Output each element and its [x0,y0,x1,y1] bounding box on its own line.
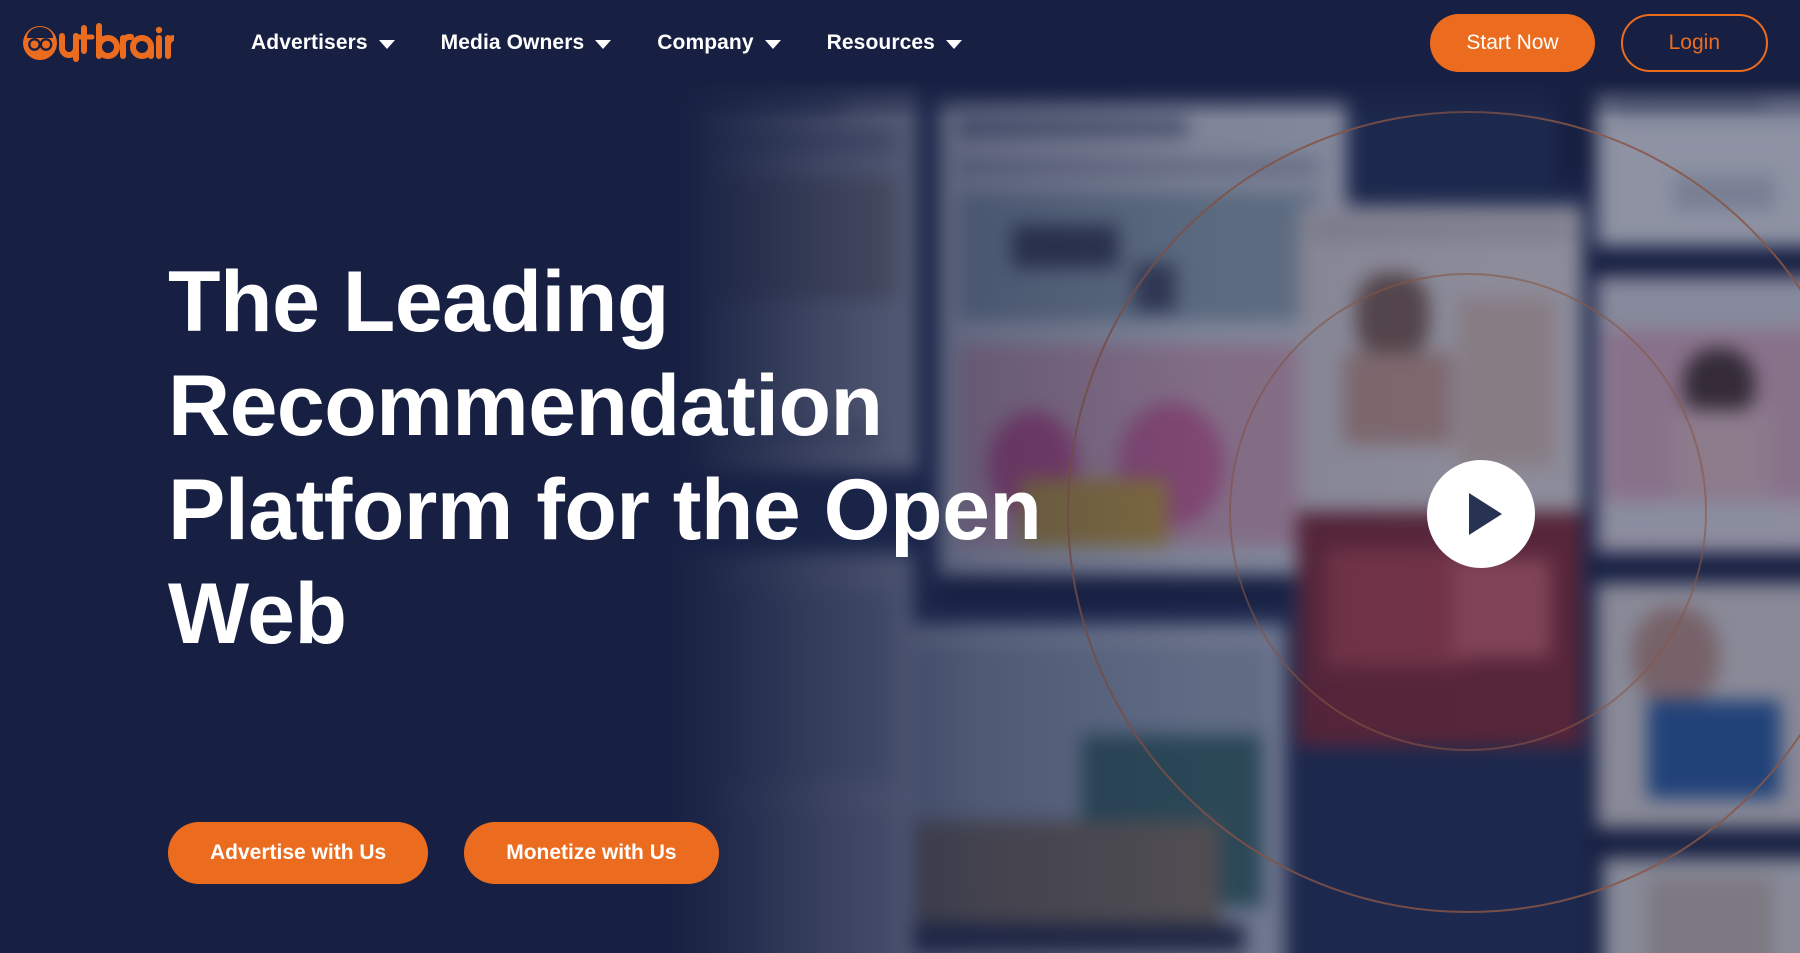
hero-headline: The Leading Recommendation Platform for … [168,254,1042,662]
outbrain-wordmark-icon [23,23,174,62]
nav-item-label: Company [657,31,754,54]
nav-actions: Start Now Login [1430,14,1768,72]
play-icon [1469,493,1502,535]
hero-cta-row: Advertise with Us Monetize with Us [168,822,719,884]
main-navbar: Advertisers Media Owners Company Resourc… [0,0,1800,86]
monetize-with-us-button[interactable]: Monetize with Us [464,822,719,884]
nav-item-label: Media Owners [440,31,585,54]
nav-item-advertisers[interactable]: Advertisers [228,23,418,63]
start-now-button[interactable]: Start Now [1430,14,1595,72]
nav-links: Advertisers Media Owners Company Resourc… [228,23,985,63]
nav-item-media-owners[interactable]: Media Owners [418,23,635,63]
play-video-button[interactable] [1427,460,1535,568]
chevron-down-icon [945,40,962,49]
advertise-with-us-button[interactable]: Advertise with Us [168,822,429,884]
hero-content: The Leading Recommendation Platform for … [168,250,1108,666]
nav-item-company[interactable]: Company [634,23,803,63]
outbrain-logo[interactable] [22,20,174,66]
chevron-down-icon [764,40,781,49]
page-root: Advertisers Media Owners Company Resourc… [0,0,1800,953]
chevron-down-icon [378,40,395,49]
login-button[interactable]: Login [1620,14,1768,72]
chevron-down-icon [595,40,612,49]
nav-item-label: Advertisers [251,31,368,54]
nav-item-resources[interactable]: Resources [804,23,985,63]
nav-item-label: Resources [826,31,935,54]
